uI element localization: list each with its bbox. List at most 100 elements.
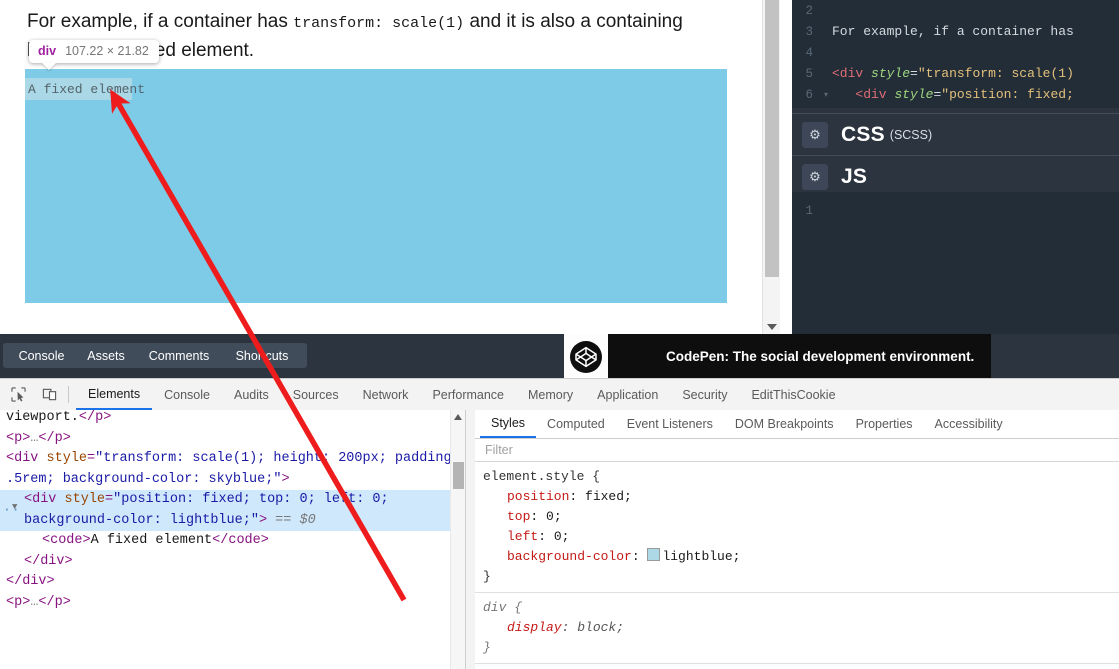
line-number: 5 — [805, 66, 813, 81]
style-rule-close-brace: } — [483, 569, 491, 584]
style-property-name: display — [507, 620, 562, 635]
dom-node[interactable]: </div> — [0, 572, 465, 593]
inspector-tooltip: div 107.22 × 21.82 — [29, 40, 159, 63]
toolbar-divider — [68, 386, 69, 403]
style-colon: : — [569, 489, 586, 504]
style-rule-selector: div { — [483, 600, 523, 615]
code-text: <div style="position: fixed; — [855, 87, 1074, 102]
code-line: 4 — [792, 42, 1119, 63]
code-line: 1 — [792, 192, 1119, 221]
screenshot-root: For example, if a container has transfor… — [0, 0, 1119, 669]
node-ellipsis-marker: ·· — [3, 502, 21, 517]
devtools-panel: Elements Console Audits Sources Network … — [0, 378, 1119, 669]
skyblue-container: A fixed element — [25, 69, 727, 303]
codepen-editor-column: 2 3 For example, if a container has 4 5 … — [792, 0, 1119, 334]
scroll-down-arrow-icon[interactable] — [767, 324, 777, 330]
style-rule[interactable]: element.style {position: fixed; top: 0; le… — [475, 462, 1119, 593]
inspect-element-icon[interactable] — [5, 382, 31, 408]
dom-node[interactable]: ▶<p>…</p> — [0, 429, 465, 450]
tab-editthiscookie[interactable]: EditThisCookie — [739, 380, 847, 410]
style-property-value: fixed; — [585, 489, 632, 504]
tab-properties[interactable]: Properties — [845, 411, 924, 438]
gear-icon[interactable]: ⚙ — [802, 122, 828, 148]
code-fold-arrow-icon[interactable]: ▾ — [824, 90, 828, 99]
tab-computed[interactable]: Computed — [536, 411, 616, 438]
tab-elements[interactable]: Elements — [76, 380, 153, 410]
dom-node-markup: viewport.</p> — [6, 410, 112, 425]
dom-node-markup: </div> — [24, 553, 73, 569]
dom-node-markup: </div> — [6, 574, 55, 589]
style-declaration[interactable]: top: 0; — [483, 507, 1119, 527]
style-property-name: background-color — [507, 549, 632, 564]
style-property-value: block; — [577, 620, 625, 635]
line-number: 4 — [805, 45, 813, 60]
dom-node[interactable]: ▼<div style="transform: scale(1); height… — [0, 449, 465, 490]
tab-security[interactable]: Security — [670, 380, 739, 410]
codepen-logo-icon — [570, 340, 602, 373]
paragraph-inline-code: transform: scale(1) — [293, 15, 465, 32]
tab-accessibility[interactable]: Accessibility — [924, 411, 1014, 438]
style-colon: : — [530, 509, 547, 524]
style-property-value: 0; — [546, 509, 562, 524]
dom-node[interactable]: viewport.</p> — [0, 410, 465, 429]
styles-filter-input[interactable]: Filter — [475, 439, 1119, 462]
code-line: 2 — [792, 0, 1119, 21]
scroll-up-arrow-icon[interactable] — [454, 414, 462, 420]
preview-scrollbar-thumb[interactable] — [765, 0, 779, 277]
dom-node-markup: <p>…</p> — [6, 430, 71, 446]
tab-memory[interactable]: Memory — [516, 380, 585, 410]
assets-button[interactable]: Assets — [71, 343, 141, 368]
tab-console[interactable]: Console — [152, 380, 222, 410]
css-panel-header[interactable]: ⚙ CSS (SCSS) — [792, 113, 1119, 156]
color-swatch-icon[interactable] — [647, 548, 661, 561]
style-rule-selector: element.style { — [483, 469, 601, 484]
line-number: 1 — [805, 203, 813, 218]
inspector-tooltip-dimensions: 107.22 × 21.82 — [65, 44, 149, 58]
preview-vertical-scrollbar[interactable] — [762, 0, 781, 334]
style-declaration[interactable]: display: block; — [483, 618, 1119, 638]
style-declaration[interactable]: left: 0; — [483, 527, 1119, 547]
js-editor[interactable]: 1 — [792, 192, 1119, 334]
tab-styles[interactable]: Styles — [480, 411, 537, 438]
css-panel-preprocessor: (SCSS) — [889, 128, 933, 142]
pane-divider — [780, 0, 792, 334]
dom-node[interactable]: ▶<p>…</p> — [0, 593, 465, 614]
dom-node[interactable]: </div> — [0, 552, 465, 573]
codepen-logo-wrapper — [564, 334, 608, 379]
code-line: 6 ▾ <div style="position: fixed; — [792, 84, 1119, 105]
codepen-promo-banner[interactable]: CodePen: The social development environm… — [564, 334, 991, 379]
shortcuts-button[interactable]: Shortcuts — [217, 343, 307, 368]
css-panel-label: CSS — [841, 123, 885, 146]
tab-performance[interactable]: Performance — [420, 380, 516, 410]
html-editor[interactable]: 2 3 For example, if a container has 4 5 … — [792, 0, 1119, 108]
tab-network[interactable]: Network — [351, 380, 421, 410]
dom-node-selected[interactable]: ▼ <div style="position: fixed; top: 0; le… — [0, 490, 465, 531]
comments-button[interactable]: Comments — [132, 343, 226, 368]
tab-application[interactable]: Application — [585, 380, 670, 410]
style-colon: : — [538, 529, 554, 544]
style-rule[interactable]: div {display: block;} — [475, 593, 1119, 664]
tab-sources[interactable]: Sources — [281, 380, 351, 410]
tab-dom-breakpoints[interactable]: DOM Breakpoints — [724, 411, 845, 438]
code-line: 5 <div style="transform: scale(1) — [792, 63, 1119, 84]
dom-scrollbar-thumb[interactable] — [453, 462, 464, 489]
line-number: 3 — [805, 24, 813, 39]
style-property-name: left — [507, 529, 539, 544]
dom-tree-scrollbar[interactable] — [450, 410, 466, 669]
tab-audits[interactable]: Audits — [222, 380, 281, 410]
dom-node[interactable]: <code>A fixed element</code> — [0, 531, 465, 552]
devtools-split: viewport.</p>▶<p>…</p>▼<div style="trans… — [0, 410, 1119, 669]
preview-iframe[interactable]: For example, if a container has transfor… — [0, 0, 782, 334]
style-declaration[interactable]: background-color: lightblue; — [483, 547, 1119, 567]
code-text: For example, if a container has — [832, 24, 1074, 39]
gear-icon[interactable]: ⚙ — [802, 164, 828, 190]
style-property-name: top — [507, 509, 531, 524]
console-button[interactable]: Console — [3, 343, 80, 368]
dom-tree-pane[interactable]: viewport.</p>▶<p>…</p>▼<div style="trans… — [0, 410, 465, 669]
styles-tabbar: Styles Computed Event Listeners DOM Brea… — [475, 410, 1119, 439]
paragraph-text-before: For example, if a container has — [27, 11, 294, 32]
device-toolbar-icon[interactable] — [36, 382, 62, 408]
code-text: <div style="transform: scale(1) — [832, 66, 1074, 81]
tab-event-listeners[interactable]: Event Listeners — [616, 411, 724, 438]
style-declaration[interactable]: position: fixed; — [483, 487, 1119, 507]
